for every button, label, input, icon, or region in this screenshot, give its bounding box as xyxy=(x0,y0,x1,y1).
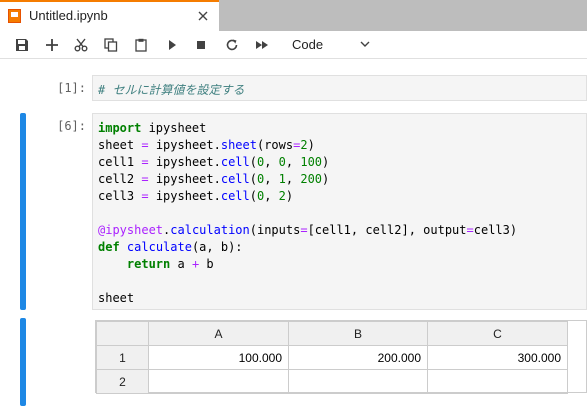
row-header[interactable]: 1 xyxy=(96,345,149,370)
save-button[interactable] xyxy=(13,36,31,54)
cell-prompt: [1]: xyxy=(57,81,86,95)
column-header[interactable]: B xyxy=(288,321,428,346)
sheet-row: 2 xyxy=(96,369,568,394)
tab-notebook[interactable]: Untitled.ipynb xyxy=(0,0,219,31)
code-line: def calculate(a, b): xyxy=(98,240,243,254)
run-button[interactable] xyxy=(163,36,181,54)
chevron-down-icon xyxy=(360,41,370,47)
sheet-cell[interactable] xyxy=(427,369,568,394)
code-line: cell3 = ipysheet.cell(0, 2) xyxy=(98,189,294,203)
code-line: sheet = ipysheet.sheet(rows=2) xyxy=(98,138,315,152)
cell-prompt: [6]: xyxy=(57,119,86,133)
code-line: cell1 = ipysheet.cell(0, 0, 100) xyxy=(98,155,330,169)
sheet-cell[interactable]: 200.000 xyxy=(288,345,428,370)
sheet-row: 1 100.000 200.000 300.000 xyxy=(96,345,568,370)
output-collapser[interactable] xyxy=(20,318,26,406)
sheet-cell[interactable]: 300.000 xyxy=(427,345,568,370)
code-line: return a + b xyxy=(126,257,214,271)
paste-button[interactable] xyxy=(132,36,150,54)
code-line: @ipysheet.calculation(inputs=[cell1, cel… xyxy=(98,223,518,237)
sheet-cell[interactable]: 100.000 xyxy=(148,345,289,370)
cut-icon xyxy=(74,38,88,52)
cell-type-label: Code xyxy=(292,37,324,52)
column-header[interactable]: C xyxy=(427,321,568,346)
sheet-cell[interactable] xyxy=(148,369,289,394)
copy-button[interactable] xyxy=(102,36,120,54)
save-icon xyxy=(16,39,28,51)
sheet-cell[interactable] xyxy=(288,369,428,394)
close-icon[interactable] xyxy=(194,7,212,25)
run-icon xyxy=(169,40,176,50)
tab-bar: Untitled.ipynb xyxy=(0,0,587,31)
notebook-icon xyxy=(8,9,21,23)
restart-button[interactable] xyxy=(223,36,241,54)
active-cell-indicator[interactable] xyxy=(20,113,26,310)
code-line: import ipysheet xyxy=(98,121,207,135)
add-cell-button[interactable] xyxy=(43,36,61,54)
markdown-text: # セルに計算値を設定する xyxy=(98,83,245,97)
column-header[interactable]: A xyxy=(148,321,289,346)
add-cell-icon xyxy=(46,39,58,51)
notebook-toolbar: Code xyxy=(0,31,587,59)
cut-button[interactable] xyxy=(72,36,90,54)
code-cell-editor[interactable]: import ipysheet sheet = ipysheet.sheet(r… xyxy=(92,113,587,310)
sheet-header-row: A B C xyxy=(96,321,568,346)
stop-button[interactable] xyxy=(192,36,210,54)
cell-type-dropdown[interactable]: Code xyxy=(284,35,374,55)
stop-icon xyxy=(197,41,205,49)
restart-icon xyxy=(226,39,238,51)
sheet-grid: A B C 1 100.000 200.000 300.000 2 xyxy=(96,321,568,394)
markdown-cell[interactable]: # セルに計算値を設定する xyxy=(92,75,587,101)
run-all-button[interactable] xyxy=(253,36,271,54)
sheet-widget[interactable]: A B C 1 100.000 200.000 300.000 2 xyxy=(95,320,587,394)
corner-header xyxy=(96,321,149,346)
paste-icon xyxy=(135,38,147,52)
tab-title: Untitled.ipynb xyxy=(29,8,108,23)
code-line: sheet xyxy=(98,291,135,305)
copy-icon xyxy=(104,38,118,52)
row-header[interactable]: 2 xyxy=(96,369,149,394)
code-line: cell2 = ipysheet.cell(0, 1, 200) xyxy=(98,172,330,186)
run-all-icon xyxy=(256,41,268,49)
